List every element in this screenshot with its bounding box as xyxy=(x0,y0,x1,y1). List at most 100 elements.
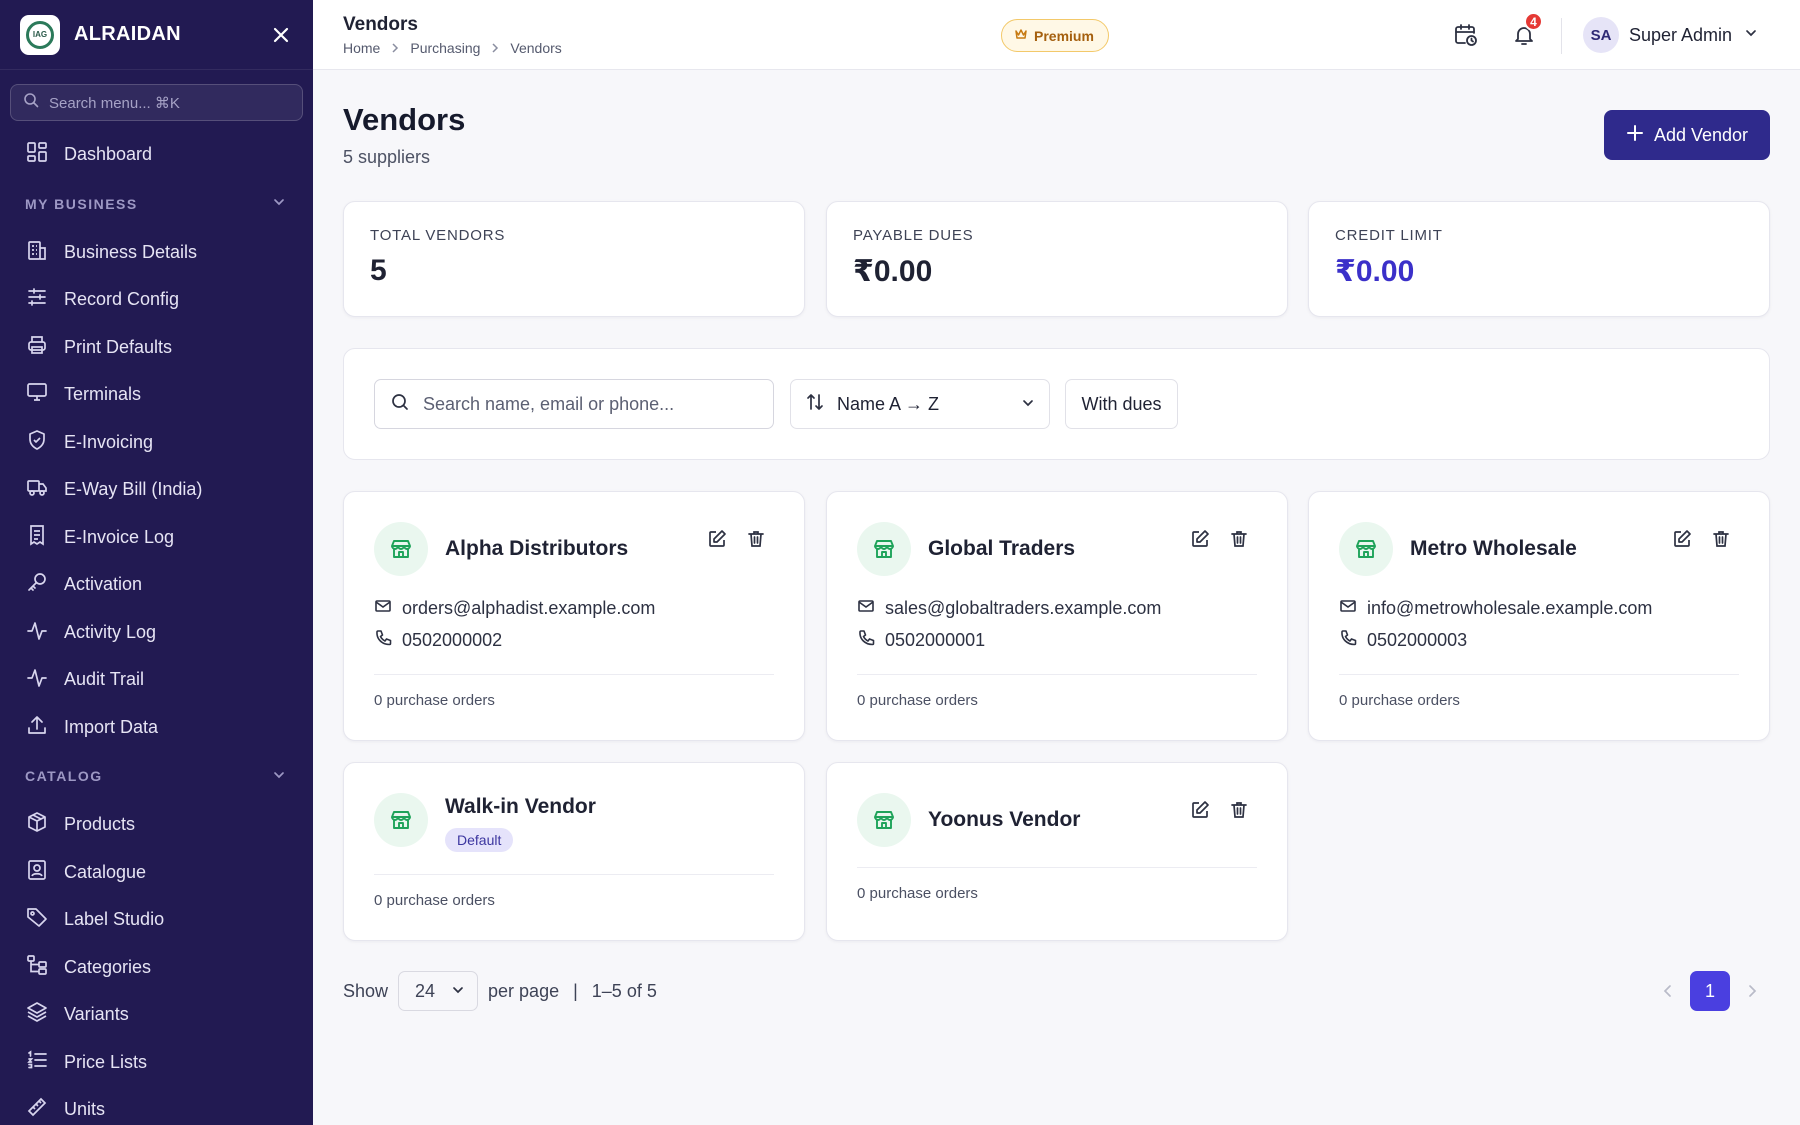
sidebar-item-record-config[interactable]: Record Config xyxy=(0,276,313,324)
vendor-name: Metro Wholesale xyxy=(1410,537,1577,560)
sidebar-item-label: Business Details xyxy=(64,241,198,262)
premium-label: Premium xyxy=(1034,27,1094,44)
vendor-phone: 0502000001 xyxy=(857,629,985,652)
trash-icon[interactable] xyxy=(744,527,768,551)
breadcrumb-purchasing[interactable]: Purchasing xyxy=(410,40,480,56)
divider xyxy=(857,867,1257,868)
vendor-card[interactable]: Global Traders sales@globaltraders.examp… xyxy=(826,491,1288,741)
filter-bar: Name A → Z With dues xyxy=(343,348,1770,460)
vendor-search-input[interactable] xyxy=(423,393,743,415)
divider xyxy=(374,674,774,675)
breadcrumb-home[interactable]: Home xyxy=(343,40,380,56)
sidebar-item-label: Units xyxy=(64,1099,106,1120)
edit-icon[interactable] xyxy=(705,527,729,551)
menu-search-input[interactable]: Search menu... ⌘K xyxy=(10,84,303,121)
menu-search-placeholder: Search menu... ⌘K xyxy=(49,94,180,112)
brand-header: IAG ALRAIDAN xyxy=(0,0,313,70)
sidebar-item-e-invoicing[interactable]: E-Invoicing xyxy=(0,419,313,467)
phone-icon xyxy=(374,629,392,652)
store-icon xyxy=(1339,522,1393,576)
truck-icon xyxy=(26,476,48,503)
trash-icon[interactable] xyxy=(1227,527,1251,551)
breadcrumb: Home Purchasing Vendors xyxy=(343,40,562,56)
edit-icon[interactable] xyxy=(1188,527,1212,551)
chevron-right-icon[interactable] xyxy=(1741,980,1763,1002)
section-my-business[interactable]: MY BUSINESS xyxy=(0,179,313,229)
logo-mark: IAG xyxy=(26,20,54,49)
sidebar-item-import-data[interactable]: Import Data xyxy=(0,704,313,752)
plus-icon xyxy=(1626,124,1644,147)
store-icon xyxy=(374,522,428,576)
sidebar-item-label-studio[interactable]: Label Studio xyxy=(0,896,313,944)
sidebar-item-label: Label Studio xyxy=(64,909,165,930)
vendor-search-field[interactable] xyxy=(374,379,774,429)
sidebar-item-activity-log[interactable]: Activity Log xyxy=(0,609,313,657)
breadcrumb-vendors: Vendors xyxy=(510,40,562,56)
show-label: Show xyxy=(343,980,389,1001)
pagination-separator: | xyxy=(573,980,578,1001)
stat-card-payable-dues: PAYABLE DUES ₹0.00 xyxy=(826,201,1288,317)
header-title: Vendors xyxy=(343,14,418,35)
activity-icon xyxy=(26,619,48,646)
sidebar-item-label: Print Defaults xyxy=(64,336,173,357)
vendor-card[interactable]: Alpha Distributors orders@alphadist.exam… xyxy=(343,491,805,741)
trash-icon[interactable] xyxy=(1709,527,1733,551)
sidebar-item-e-invoice-log[interactable]: E-Invoice Log xyxy=(0,514,313,562)
sidebar: IAG ALRAIDAN Search menu... ⌘K Dashboard… xyxy=(0,0,313,1125)
divider xyxy=(1339,674,1739,675)
sidebar-item-catalogue[interactable]: Catalogue xyxy=(0,849,313,897)
sort-select[interactable]: Name A → Z xyxy=(790,379,1050,429)
sidebar-item-e-way-bill[interactable]: E-Way Bill (India) xyxy=(0,466,313,514)
page-button-current[interactable]: 1 xyxy=(1690,971,1730,1011)
activity-icon xyxy=(26,666,48,693)
top-bar: Vendors Home Purchasing Vendors Premium … xyxy=(313,0,1800,70)
printer-icon xyxy=(26,334,48,361)
user-menu[interactable]: SA Super Admin xyxy=(1583,17,1758,53)
with-dues-filter-button[interactable]: With dues xyxy=(1065,379,1178,429)
dashboard-icon xyxy=(26,141,48,168)
bell-icon[interactable]: 4 xyxy=(1511,12,1543,48)
sidebar-item-print-defaults[interactable]: Print Defaults xyxy=(0,324,313,372)
premium-badge[interactable]: Premium xyxy=(1001,19,1109,52)
edit-icon[interactable] xyxy=(1188,798,1212,822)
sidebar-item-activation[interactable]: Activation xyxy=(0,561,313,609)
layers-icon xyxy=(26,1001,48,1028)
close-icon[interactable] xyxy=(269,23,293,47)
sidebar-item-categories[interactable]: Categories xyxy=(0,944,313,992)
add-vendor-button[interactable]: Add Vendor xyxy=(1604,110,1770,160)
mail-icon xyxy=(1339,597,1357,620)
crown-icon xyxy=(1014,27,1028,44)
sidebar-item-units[interactable]: Units xyxy=(0,1086,313,1125)
sidebar-nav: Dashboard MY BUSINESS Business Details R… xyxy=(0,131,313,1125)
upload-icon xyxy=(26,714,48,741)
chevron-down-icon xyxy=(272,768,286,785)
sidebar-item-label: Activity Log xyxy=(64,621,157,642)
vendor-card[interactable]: Metro Wholesale info@metrowholesale.exam… xyxy=(1308,491,1770,741)
vendor-card[interactable]: Walk-in Vendor Default 0 purchase orders xyxy=(343,762,805,941)
stat-label: PAYABLE DUES xyxy=(853,227,974,244)
sidebar-item-label: Audit Trail xyxy=(64,669,145,690)
per-page-label: per page xyxy=(488,980,560,1001)
sidebar-item-variants[interactable]: Variants xyxy=(0,991,313,1039)
sidebar-item-products[interactable]: Products xyxy=(0,801,313,849)
sort-arrows-icon xyxy=(805,392,825,417)
calendar-clock-icon[interactable] xyxy=(1453,22,1479,48)
edit-icon[interactable] xyxy=(1670,527,1694,551)
sidebar-item-audit-trail[interactable]: Audit Trail xyxy=(0,656,313,704)
chevron-down-icon xyxy=(1021,394,1035,415)
brand-logo[interactable]: IAG xyxy=(20,14,60,55)
sliders-icon xyxy=(26,286,48,313)
key-icon xyxy=(26,571,48,598)
per-page-select[interactable]: 24 xyxy=(398,971,479,1011)
sidebar-item-label: Activation xyxy=(64,574,143,595)
sidebar-item-business-details[interactable]: Business Details xyxy=(0,229,313,277)
chevron-left-icon[interactable] xyxy=(1657,980,1679,1002)
section-catalog[interactable]: CATALOG xyxy=(0,751,313,801)
vendor-card[interactable]: Yoonus Vendor 0 purchase orders xyxy=(826,762,1288,941)
default-badge: Default xyxy=(445,828,514,852)
sidebar-item-price-lists[interactable]: Price Lists xyxy=(0,1039,313,1087)
sidebar-item-dashboard[interactable]: Dashboard xyxy=(0,131,313,179)
trash-icon[interactable] xyxy=(1227,798,1251,822)
sidebar-item-terminals[interactable]: Terminals xyxy=(0,371,313,419)
store-icon xyxy=(857,793,911,847)
